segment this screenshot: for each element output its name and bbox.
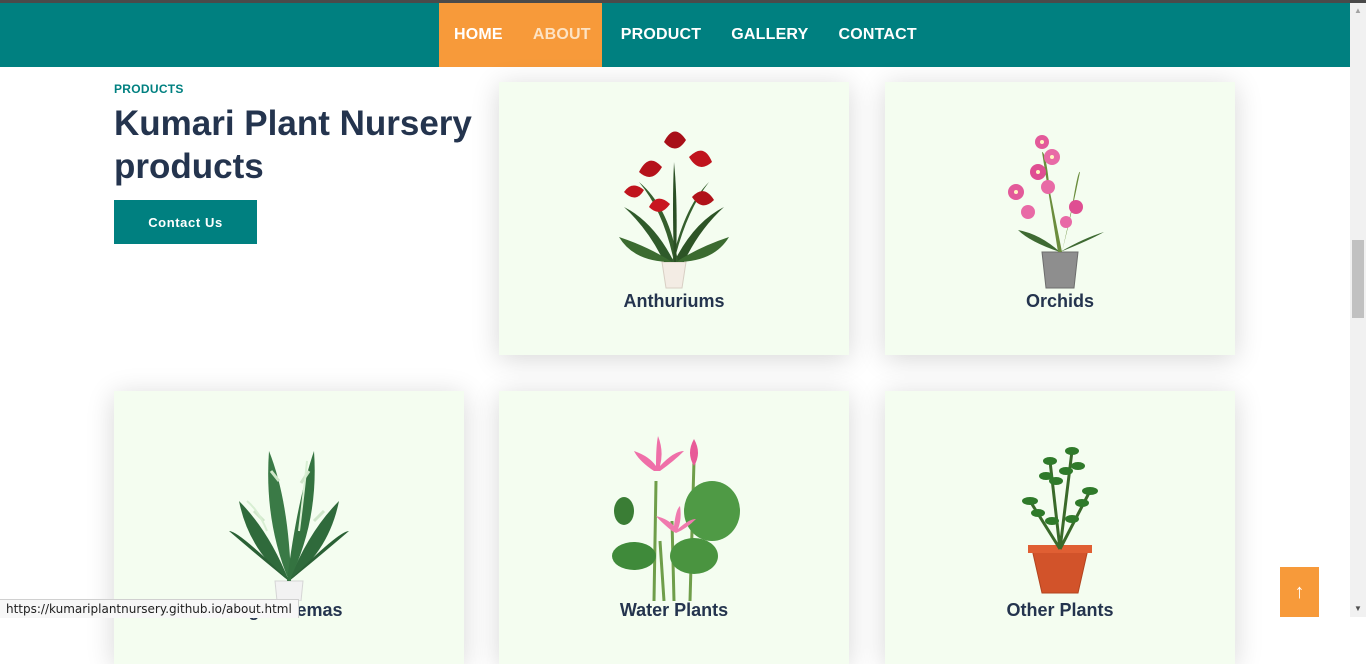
aglaonema-plant-image [229,451,349,601]
scrollbar-thumb[interactable] [1352,240,1364,318]
orchid-plant-image [1008,135,1104,289]
product-card-aglaonemas[interactable]: Aglaonemas [114,391,464,664]
nav-about[interactable]: ABOUT [518,3,606,67]
back-to-top-button[interactable]: ↑ [1280,567,1319,617]
nav-gallery[interactable]: GALLERY [716,3,823,67]
product-card-anthuriums[interactable]: Anthuriums [499,82,849,355]
product-name: Orchids [1025,291,1095,311]
contact-us-button[interactable]: Contact Us [114,200,257,244]
product-name: Other Plants [1006,600,1114,620]
product-name: Anthuriums [623,291,725,311]
section-heading: Kumari Plant Nursery products [114,104,472,186]
nav-contact[interactable]: CONTACT [823,3,931,67]
nav-menu: HOME ABOUT PRODUCT GALLERY CONTACT [439,3,932,67]
product-card-other-plants[interactable]: Other Plants [885,391,1235,664]
product-card-water-plants[interactable]: Water Plants [499,391,849,664]
product-card-orchids[interactable]: Orchids [885,82,1235,355]
scroll-down-arrow-icon[interactable]: ▼ [1350,601,1366,617]
section-eyebrow: PRODUCTS [114,82,184,96]
nav-home[interactable]: HOME [439,3,518,67]
potted-plant-image [1022,447,1098,594]
product-name: Water Plants [619,600,729,620]
link-status-tooltip: https://kumariplantnursery.github.io/abo… [0,599,299,618]
main-navbar: HOME ABOUT PRODUCT GALLERY CONTACT [0,3,1350,67]
nav-product[interactable]: PRODUCT [606,3,717,67]
scroll-up-arrow-icon[interactable]: ▲ [1350,3,1366,19]
anthurium-plant-image [619,131,729,289]
arrow-up-icon: ↑ [1294,581,1305,603]
lotus-plant-image [612,436,740,601]
